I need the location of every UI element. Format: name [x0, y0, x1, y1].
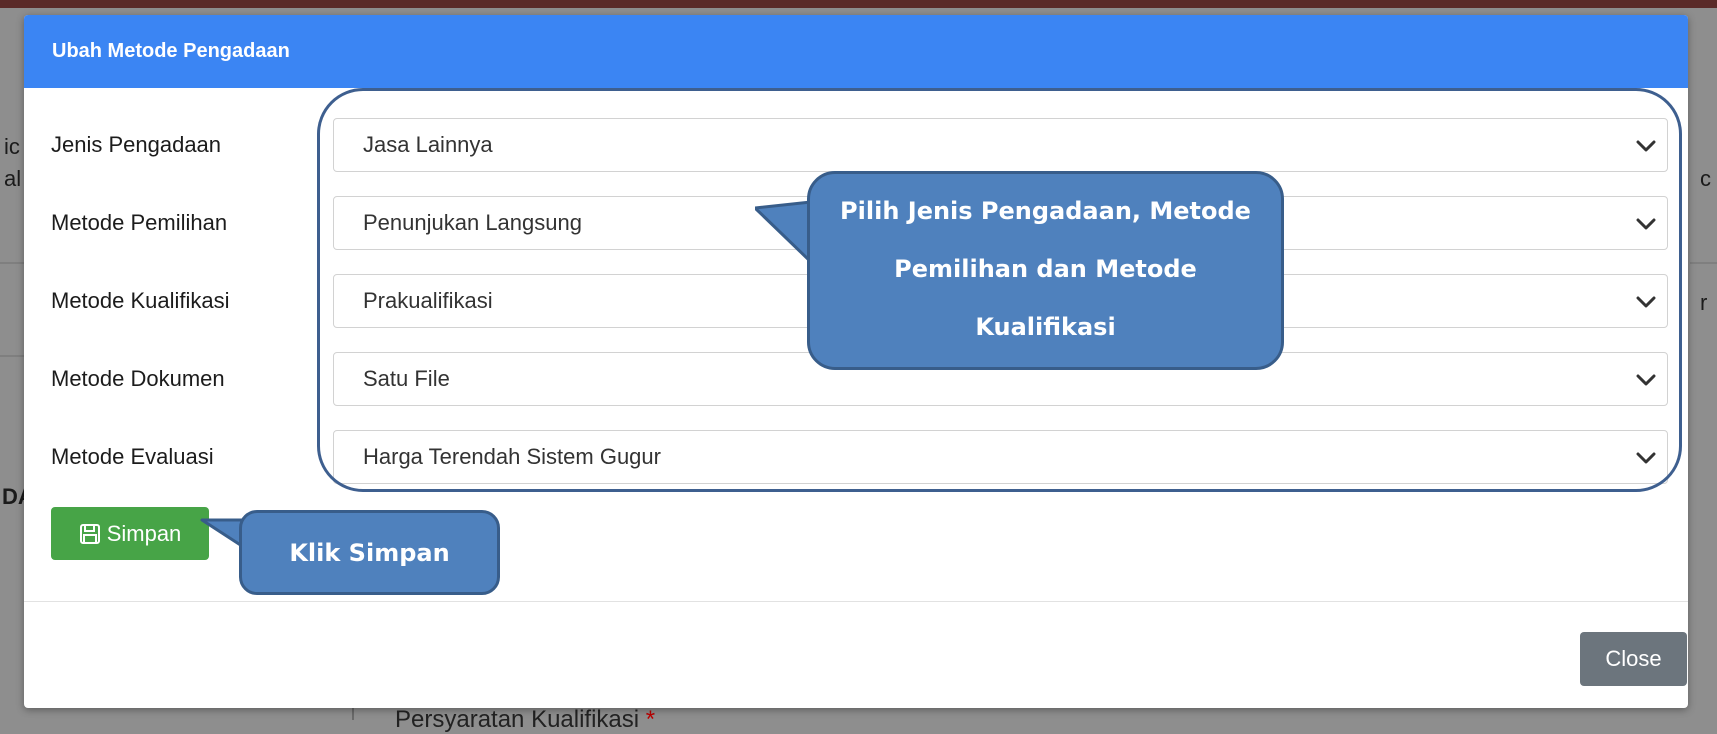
- close-button[interactable]: Close: [1580, 632, 1687, 686]
- background-top-bar: [0, 0, 1717, 8]
- background-divider: [0, 355, 24, 357]
- modal-header: Ubah Metode Pengadaan: [24, 15, 1688, 88]
- background-text-fragment: al: [4, 166, 22, 191]
- close-button-label: Close: [1605, 646, 1662, 671]
- background-text-fragment: ic: [4, 134, 20, 159]
- floppy-disk-icon: [79, 523, 100, 544]
- callout-text: Klik Simpan: [289, 538, 450, 567]
- background-divider: [0, 262, 24, 264]
- modal-title: Ubah Metode Pengadaan: [52, 40, 290, 62]
- save-button-label: Simpan: [106, 520, 182, 546]
- save-instruction-callout: Klik Simpan: [239, 510, 500, 595]
- instruction-callout: Pilih Jenis Pengadaan, Metode Pemilihan …: [807, 171, 1284, 370]
- callout-line: Pemilihan dan Metode: [894, 255, 1197, 283]
- callout-line: Pilih Jenis Pengadaan, Metode: [840, 197, 1251, 225]
- field-label: Metode Pemilihan: [51, 210, 228, 235]
- field-label: Metode Kualifikasi: [51, 288, 230, 313]
- callout-line: Kualifikasi: [975, 313, 1116, 341]
- field-label: Metode Dokumen: [51, 366, 225, 391]
- background-footer-label: Persyaratan Kualifikasi *: [395, 706, 656, 733]
- background-text-fragment: c: [1700, 166, 1711, 191]
- background-text-fragment: r: [1700, 290, 1708, 315]
- field-label: Jenis Pengadaan: [51, 132, 222, 157]
- background-divider: [1690, 262, 1717, 264]
- save-button[interactable]: Simpan: [51, 507, 209, 560]
- field-label: Metode Evaluasi: [51, 444, 214, 469]
- modal-footer-divider: [24, 601, 1688, 602]
